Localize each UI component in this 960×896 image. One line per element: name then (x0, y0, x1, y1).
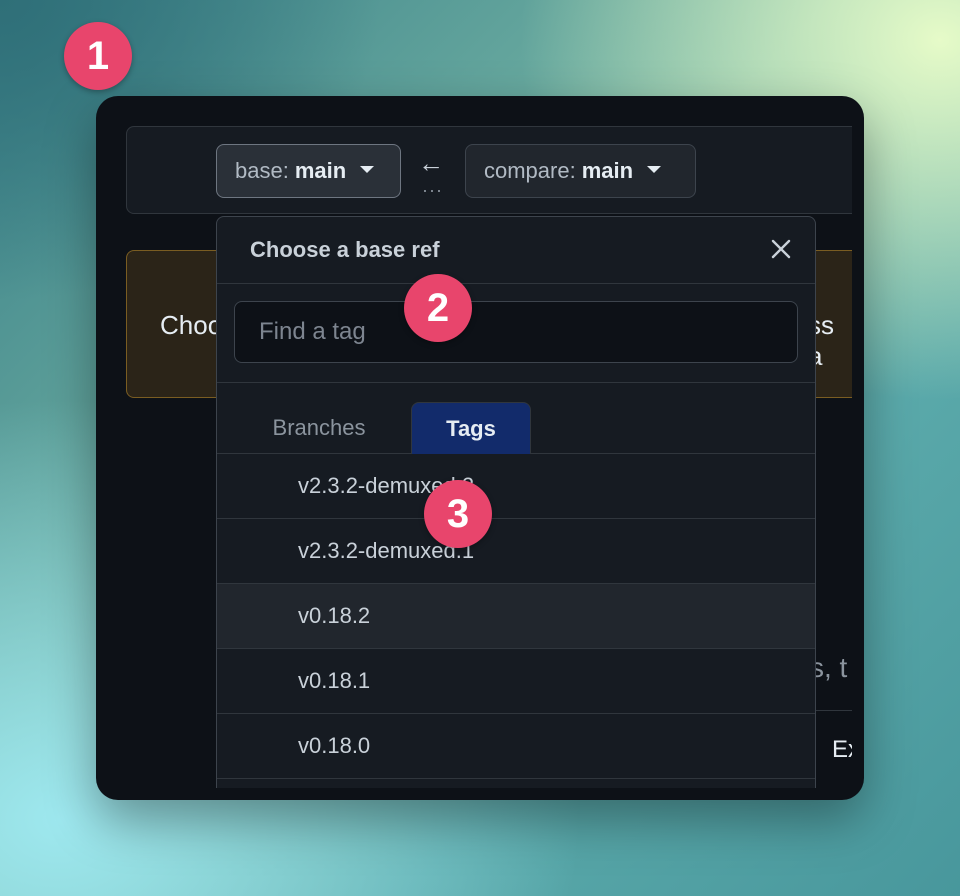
base-branch-button[interactable]: base: main (216, 144, 401, 198)
compare-ref: main (581, 158, 634, 183)
step-marker-1: 1 (64, 22, 132, 90)
step-marker-2: 2 (404, 274, 472, 342)
list-item[interactable]: v2.3.2-demuxed.1 (217, 519, 815, 584)
base-prefix: base: (235, 158, 289, 183)
tab-branches[interactable]: Branches (249, 402, 389, 454)
close-icon[interactable] (767, 235, 795, 263)
list-item[interactable]: v0.18.2 (217, 584, 815, 649)
base-ref-dropdown: Choose a base ref Branches Tags v2.3.2-d… (216, 216, 816, 788)
compare-prefix: compare: (484, 158, 576, 183)
step-marker-3: 3 (424, 480, 492, 548)
app-content: base: main ← ··· compare: main Choo ss a… (96, 96, 852, 788)
background-divider (814, 710, 852, 711)
tab-tags[interactable]: Tags (411, 402, 531, 454)
caret-down-icon (360, 165, 375, 173)
dropdown-tabs: Branches Tags (217, 383, 815, 454)
dropdown-filter (217, 284, 815, 383)
compare-branch-button[interactable]: compare: main (465, 144, 696, 198)
app-window: base: main ← ··· compare: main Choo ss a… (96, 96, 864, 800)
tag-list: v2.3.2-demuxed.2 v2.3.2-demuxed.1 v0.18.… (217, 454, 815, 779)
list-item[interactable]: v0.18.0 (217, 714, 815, 779)
notice-text-left: Choo (160, 310, 223, 340)
caret-down-icon (647, 165, 662, 173)
background-text-ex: Ex (832, 736, 852, 763)
dropdown-title: Choose a base ref (250, 237, 440, 262)
kebab-dots-icon[interactable]: ··· (422, 180, 443, 201)
tag-search-input[interactable] (234, 301, 798, 363)
arrow-left-icon: ← (418, 148, 444, 178)
base-ref: main (294, 158, 347, 183)
list-item[interactable]: v2.3.2-demuxed.2 (217, 454, 815, 519)
list-item[interactable]: v0.18.1 (217, 649, 815, 714)
dropdown-header: Choose a base ref (217, 217, 815, 284)
